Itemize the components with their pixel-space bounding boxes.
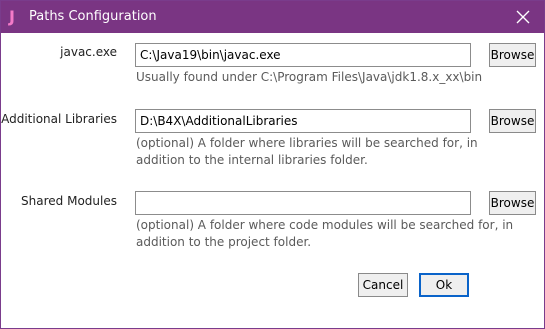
additional-libraries-input[interactable] [135,109,471,133]
b4x-j-icon: J [9,7,15,26]
ok-button[interactable]: Ok [419,273,469,297]
javac-path-input[interactable] [135,43,471,67]
shared-modules-hint: (optional) A folder where code modules w… [136,217,514,251]
javac-label: javac.exe [60,45,117,59]
browse-shared-modules-button[interactable]: Browse [489,191,536,215]
browse-additional-libraries-button[interactable]: Browse [489,109,536,133]
paths-configuration-dialog: J Paths Configuration javac.exe Browse U… [0,0,545,329]
shared-modules-hint-line-1: (optional) A folder where code modules w… [136,218,514,232]
dialog-title: Paths Configuration [29,9,157,24]
shared-modules-hint-line-2: addition to the project folder. [136,235,312,249]
title-bar[interactable]: J Paths Configuration [1,1,544,33]
javac-hint-line-1: Usually found under C:\Program Files\Jav… [136,70,483,84]
additional-libraries-hint-line-1: (optional) A folder where libraries will… [136,136,478,150]
additional-libraries-label: Additional Libraries [1,112,117,126]
shared-modules-input[interactable] [135,191,471,215]
shared-modules-label: Shared Modules [21,194,117,208]
close-icon [516,10,530,24]
additional-libraries-hint: (optional) A folder where libraries will… [136,135,481,169]
javac-hint: Usually found under C:\Program Files\Jav… [136,69,483,86]
cancel-button[interactable]: Cancel [358,273,408,297]
close-button[interactable] [509,1,537,33]
additional-libraries-hint-line-2: addition to the internal libraries folde… [136,153,368,167]
browse-javac-button[interactable]: Browse [489,43,536,67]
